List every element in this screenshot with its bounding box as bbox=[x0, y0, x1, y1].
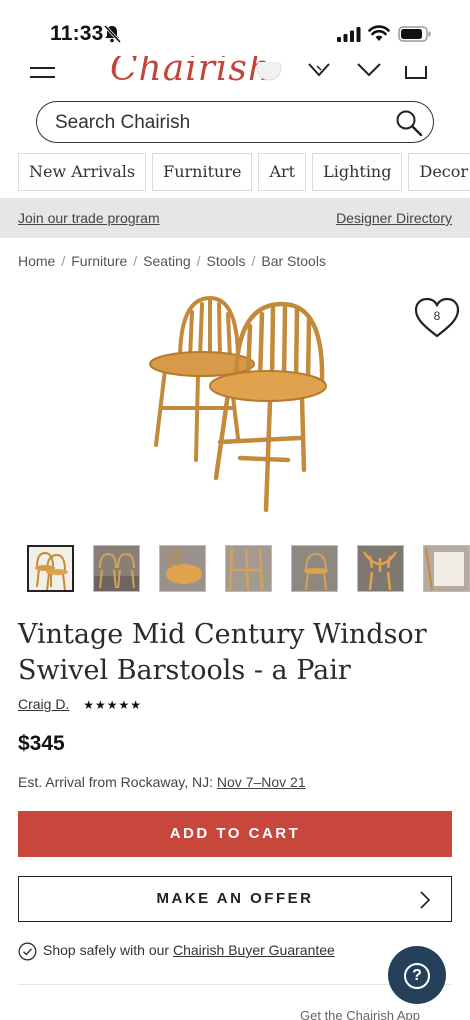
thumbnail-4[interactable] bbox=[225, 545, 272, 592]
question-icon: ? bbox=[404, 963, 430, 990]
status-time: 11:33 bbox=[50, 22, 104, 45]
seller-row: Craig D. ★★★★★ bbox=[18, 696, 142, 712]
notifications-icon[interactable] bbox=[356, 62, 382, 88]
breadcrumb-stools[interactable]: Stools bbox=[207, 253, 246, 269]
add-to-cart-button[interactable]: ADD TO CART bbox=[18, 811, 452, 857]
search-input[interactable] bbox=[55, 111, 375, 135]
arrival-dates-link[interactable]: Nov 7–Nov 21 bbox=[217, 774, 306, 790]
category-nav: New Arrivals Furniture Art Lighting Decor bbox=[18, 153, 470, 193]
search-icon[interactable] bbox=[395, 109, 423, 137]
site-header: Chairish bbox=[0, 56, 470, 92]
category-furniture[interactable]: Furniture bbox=[152, 153, 253, 191]
account-icon[interactable] bbox=[254, 62, 284, 90]
app-promo-link[interactable]: Get the Chairish App bbox=[300, 1008, 420, 1020]
seller-rating-stars: ★★★★★ bbox=[83, 698, 143, 712]
favorite-count: 8 bbox=[433, 309, 441, 323]
category-new-arrivals[interactable]: New Arrivals bbox=[18, 153, 147, 191]
breadcrumb: Home / Furniture / Seating / Stools / Bar Stools bbox=[18, 253, 326, 269]
trade-program-link[interactable]: Join our trade program bbox=[18, 210, 160, 226]
seller-name-link[interactable]: Craig D. bbox=[18, 696, 69, 712]
breadcrumb-separator: / bbox=[61, 253, 66, 269]
cart-icon[interactable] bbox=[404, 62, 428, 88]
thumbnail-6[interactable] bbox=[357, 545, 404, 592]
breadcrumb-separator: / bbox=[196, 253, 201, 269]
thumbnail-5[interactable] bbox=[291, 545, 338, 592]
chairish-logo[interactable]: Chairish bbox=[110, 56, 272, 89]
thumbnail-2[interactable] bbox=[93, 545, 140, 592]
make-offer-button[interactable]: MAKE AN OFFER bbox=[18, 876, 452, 922]
battery-icon bbox=[398, 26, 431, 42]
breadcrumb-seating[interactable]: Seating bbox=[143, 253, 190, 269]
breadcrumb-bar-stools[interactable]: Bar Stools bbox=[261, 253, 326, 269]
help-chat-button[interactable]: ? bbox=[388, 946, 446, 1004]
thumbnail-1[interactable] bbox=[27, 545, 74, 592]
estimated-arrival: Est. Arrival from Rockaway, NJ: Nov 7–No… bbox=[18, 774, 306, 790]
chevron-right-icon bbox=[420, 891, 431, 909]
arrival-prefix: Est. Arrival from Rockaway, NJ: bbox=[18, 774, 214, 790]
thumbnail-3[interactable] bbox=[159, 545, 206, 592]
trade-bar: Join our trade program Designer Director… bbox=[0, 198, 470, 238]
check-circle-icon bbox=[18, 942, 37, 961]
buyer-guarantee: Shop safely with our Chairish Buyer Guar… bbox=[18, 942, 335, 961]
breadcrumb-furniture[interactable]: Furniture bbox=[71, 253, 127, 269]
bell-muted-icon bbox=[103, 24, 122, 44]
breadcrumb-separator: / bbox=[133, 253, 138, 269]
divider bbox=[18, 984, 452, 985]
menu-icon[interactable] bbox=[30, 66, 55, 84]
category-lighting[interactable]: Lighting bbox=[312, 153, 403, 191]
signal-icon bbox=[337, 27, 361, 42]
product-price: $345 bbox=[18, 732, 65, 755]
designer-directory-link[interactable]: Designer Directory bbox=[336, 210, 452, 226]
favorites-heart-icon[interactable] bbox=[306, 62, 332, 88]
thumbnail-7[interactable] bbox=[423, 545, 470, 592]
category-art[interactable]: Art bbox=[258, 153, 307, 191]
make-offer-label: MAKE AN OFFER bbox=[156, 890, 314, 907]
buyer-guarantee-link[interactable]: Chairish Buyer Guarantee bbox=[173, 942, 335, 958]
breadcrumb-separator: / bbox=[251, 253, 256, 269]
product-title: Vintage Mid Century Windsor Swivel Barst… bbox=[18, 619, 427, 686]
thumbnail-strip bbox=[27, 545, 470, 593]
breadcrumb-home[interactable]: Home bbox=[18, 253, 55, 269]
category-decor[interactable]: Decor bbox=[408, 153, 470, 191]
guarantee-prefix: Shop safely with our bbox=[43, 942, 170, 959]
status-bar: 11:33 bbox=[0, 0, 470, 62]
wifi-icon bbox=[368, 25, 390, 41]
product-main-image[interactable] bbox=[120, 290, 350, 520]
search-bar[interactable] bbox=[36, 101, 434, 143]
